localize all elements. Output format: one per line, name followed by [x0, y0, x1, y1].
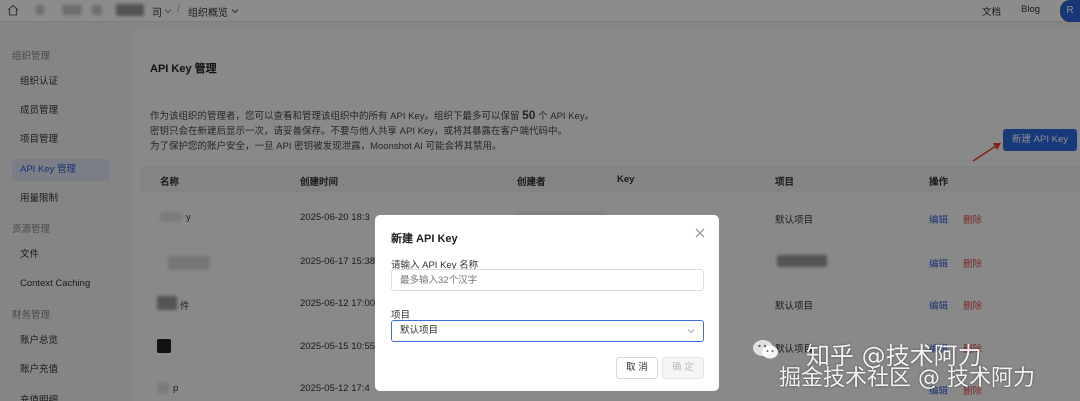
- project-field-label: 项目: [391, 310, 411, 321]
- dialog-title: 新建 API Key: [391, 233, 458, 245]
- confirm-button[interactable]: 确 定: [662, 357, 704, 379]
- chevron-down-icon: [687, 329, 695, 334]
- close-icon[interactable]: [693, 226, 707, 240]
- new-api-key-dialog: 新建 API Key 请输入 API Key 名称 项目 默认项目 取 消 确 …: [375, 215, 719, 391]
- project-select-value: 默认项目: [400, 325, 439, 336]
- api-key-name-input[interactable]: [391, 269, 704, 291]
- wechat-logo-icon: [753, 340, 778, 359]
- cancel-button[interactable]: 取 消: [616, 357, 658, 379]
- watermark-juejin: 掘金技术社区 @ 技术阿力: [779, 366, 1035, 391]
- project-select[interactable]: 默认项目: [391, 320, 704, 342]
